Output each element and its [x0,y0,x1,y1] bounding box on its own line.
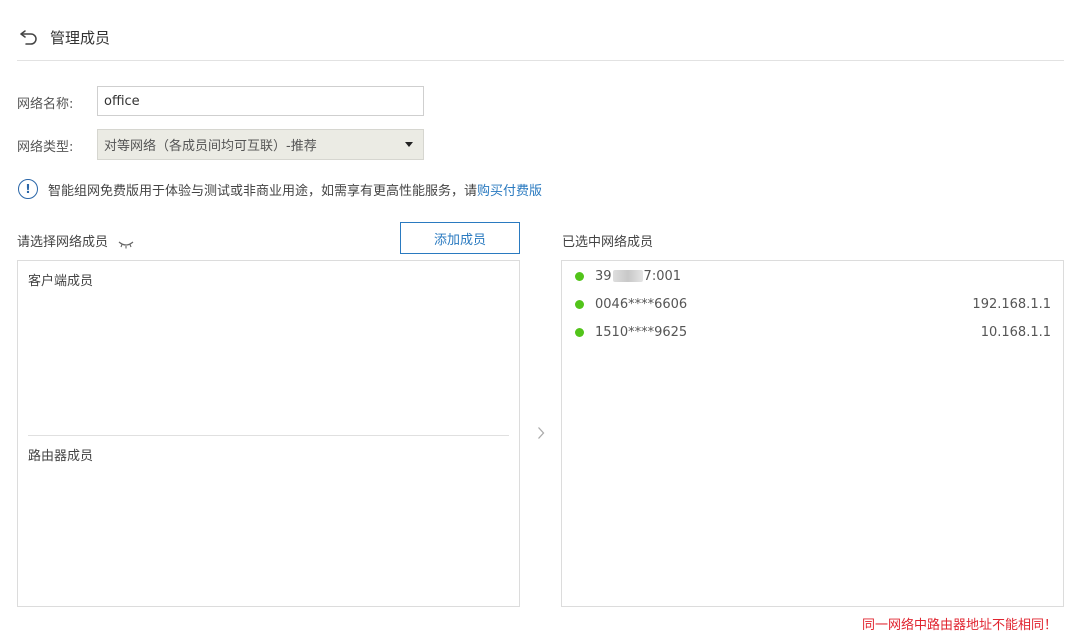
notice-text: 智能组网免费版用于体验与测试或非商业用途，如需享有更高性能服务，请购买付费版 [48,180,542,199]
online-status-icon [575,299,584,309]
online-status-icon [575,271,584,281]
member-id-suffix: 7:001 [643,268,682,284]
redacted-blur [612,270,643,282]
back-arrow-icon[interactable] [18,26,40,48]
eye-closed-icon[interactable] [118,238,134,248]
info-icon: ! [18,179,38,199]
online-status-icon [575,327,584,337]
header-divider [17,60,1064,61]
member-row[interactable]: 0046****6606 192.168.1.1 [575,294,1051,314]
notice-bar: ! 智能组网免费版用于体验与测试或非商业用途，如需享有更高性能服务，请购买付费版 [18,179,542,199]
router-members-group-label: 路由器成员 [28,449,94,464]
network-type-value: 对等网络（各成员间均可互联）-推荐 [104,139,317,154]
page-title: 管理成员 [50,28,111,47]
select-members-label: 请选择网络成员 [17,235,109,250]
selected-members-panel: 39 7:001 0046****6606 192.168.1.1 1510***… [561,260,1064,607]
buy-paid-version-link[interactable]: 购买付费版 [477,184,542,199]
client-members-group-label: 客户端成员 [28,274,94,289]
available-members-panel: 客户端成员 路由器成员 [17,260,520,607]
group-divider [28,435,509,436]
network-name-input[interactable] [97,86,424,116]
add-member-button[interactable]: 添加成员 [400,222,520,254]
chevron-right-icon[interactable] [535,424,547,442]
member-row[interactable]: 1510****9625 10.168.1.1 [575,322,1051,342]
warning-message: 同一网络中路由器地址不能相同！ [861,618,1057,633]
member-id: 39 7:001 [595,269,1051,284]
member-id: 1510****9625 [595,324,688,340]
member-id: 0046****6606 [595,296,688,312]
notice-message: 智能组网免费版用于体验与测试或非商业用途，如需享有更高性能服务，请 [48,183,478,199]
member-id-prefix: 39 [595,268,612,284]
network-type-select[interactable]: 对等网络（各成员间均可互联）-推荐 [97,129,424,160]
select-members-title: 请选择网络成员 [17,231,134,250]
network-name-label: 网络名称: [17,97,74,112]
network-type-label: 网络类型: [17,140,74,155]
member-row[interactable]: 39 7:001 [575,266,1051,286]
chevron-down-icon [405,142,413,147]
page-header: 管理成员 [18,24,110,50]
selected-members-title: 已选中网络成员 [562,235,654,250]
member-ip: 10.168.1.1 [980,324,1051,340]
member-ip: 192.168.1.1 [972,296,1051,312]
